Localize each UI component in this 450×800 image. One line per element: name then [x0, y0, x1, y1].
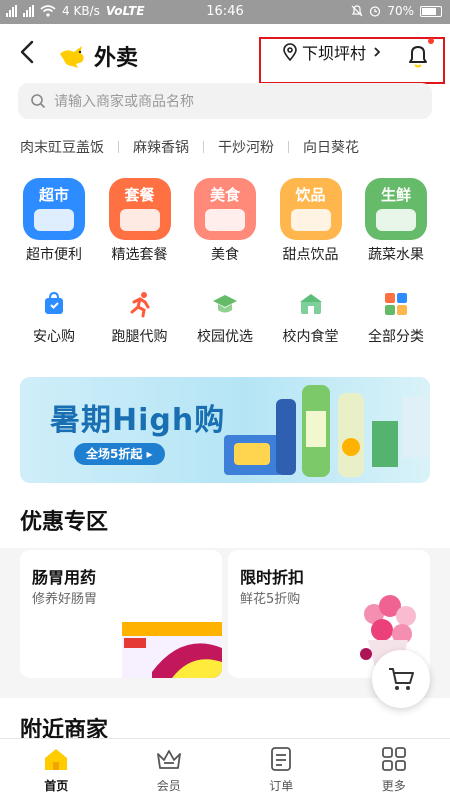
more-grid-icon [381, 747, 406, 771]
tab-more[interactable]: 更多 [349, 739, 439, 800]
category-tile-text: 超市 [38, 186, 69, 204]
promo-card-subtitle: 鲜花5折购 [240, 592, 301, 607]
subcat-label: 安心购 [33, 329, 75, 345]
sub-category-row: 安心购 跑腿代购 校园优选 校内食堂 全部分类 [14, 290, 436, 346]
tab-orders[interactable]: 订单 [236, 739, 326, 800]
tab-label: 订单 [269, 779, 294, 793]
subcat-errand[interactable]: 跑腿代购 [100, 290, 180, 346]
battery-icon [420, 5, 442, 17]
category-tile-text: 套餐 [124, 186, 155, 204]
banner-title: 暑期High购 [50, 403, 226, 438]
kangaroo-logo-icon [60, 46, 84, 68]
hot-word[interactable]: 向日葵花 [303, 137, 359, 157]
bell-icon[interactable] [404, 42, 432, 70]
category-label: 精选套餐 [111, 247, 168, 263]
subcat-label: 校内食堂 [282, 329, 339, 345]
notification-dot [428, 38, 434, 44]
banner-pill: 全场5折起 ▸ [74, 443, 165, 465]
promo-card-medicine[interactable]: 肠胃用药 修养好肠胃 [20, 550, 222, 678]
category-supermarket[interactable]: 超市 超市便利 [14, 178, 94, 264]
category-tile-text: 美食 [209, 186, 240, 204]
promo-card-subtitle: 修养好肠胃 [32, 592, 98, 607]
category-label: 超市便利 [26, 247, 82, 263]
hot-words: 肉末豇豆盖饭 麻辣香锅 干炒河粉 向日葵花 [20, 137, 359, 157]
promo-card-title: 限时折扣 [240, 568, 305, 587]
back-arrow-icon[interactable] [14, 38, 40, 66]
home-icon [45, 749, 68, 770]
subcat-label: 跑腿代购 [111, 329, 168, 345]
graduation-cap-icon [213, 295, 237, 313]
promo-banner[interactable]: 暑期High购 全场5折起 ▸ [20, 377, 430, 483]
search-placeholder: 请输入商家或商品名称 [54, 94, 194, 110]
promo-section-title: 优惠专区 [20, 510, 109, 535]
tab-label: 首页 [44, 779, 69, 793]
category-set-meal[interactable]: 套餐 精选套餐 [100, 178, 180, 264]
category-label: 蔬菜水果 [368, 247, 424, 263]
hot-word[interactable]: 麻辣香锅 [133, 137, 189, 157]
search-icon [31, 94, 46, 109]
location-selector[interactable]: 下坝坪村 [282, 40, 384, 64]
drinks-icon: 饮品 [279, 178, 342, 240]
divider [118, 141, 119, 153]
category-fresh[interactable]: 生鲜 蔬菜水果 [356, 178, 436, 264]
divider [288, 141, 289, 153]
category-tile-text: 饮品 [295, 186, 326, 204]
lemon-glyph [376, 209, 416, 231]
hot-word[interactable]: 肉末豇豆盖饭 [20, 137, 104, 157]
basket-glyph [34, 209, 74, 231]
medicine-box-image [122, 622, 222, 678]
category-label: 甜点饮品 [282, 247, 339, 263]
location-text: 下坝坪村 [302, 44, 367, 63]
runner-icon [130, 292, 149, 318]
location-pin-icon [283, 43, 297, 61]
category-drinks[interactable]: 饮品 甜点饮品 [271, 178, 351, 264]
order-icon [271, 747, 292, 771]
status-bar: 4 KB/s VoLTE 16:46 70% [0, 0, 450, 24]
mute-bell-icon [351, 5, 363, 17]
brand-logo: 外卖 [58, 40, 138, 72]
grid-icon [385, 293, 407, 315]
status-right: 70% [351, 4, 442, 18]
tab-member[interactable]: 会员 [124, 739, 214, 800]
subcat-label: 校园优选 [197, 329, 253, 345]
cup-glyph [119, 209, 160, 231]
tab-label: 会员 [156, 779, 181, 793]
subcat-safe-buy[interactable]: 安心购 [14, 290, 94, 346]
page-title: 外卖 [94, 46, 139, 71]
cart-button[interactable] [372, 650, 430, 708]
header: 外卖 下坝坪村 [0, 24, 450, 84]
hot-word[interactable]: 干炒河粉 [218, 137, 274, 157]
subcat-canteen[interactable]: 校内食堂 [271, 290, 351, 346]
canteen-icon [299, 294, 322, 314]
set-meal-icon: 套餐 [108, 178, 171, 240]
shield-bag-icon [45, 291, 63, 314]
supermarket-icon: 超市 [23, 178, 85, 240]
banner-product-image [224, 385, 428, 477]
chevron-right-icon [374, 47, 381, 57]
subcat-label: 全部分类 [368, 329, 424, 345]
drink-glyph [290, 209, 331, 231]
promo-card-title: 肠胃用药 [32, 568, 97, 587]
crown-icon [156, 750, 181, 769]
divider [203, 141, 204, 153]
tab-home[interactable]: 首页 [11, 739, 101, 800]
category-food[interactable]: 美食 美食 [185, 178, 265, 264]
tab-bar: 首页 会员 订单 更多 [0, 738, 450, 800]
subcat-campus-select[interactable]: 校园优选 [185, 290, 265, 346]
subcat-all[interactable]: 全部分类 [356, 290, 436, 346]
category-grid: 超市 超市便利 套餐 精选套餐 美食 美食 饮品 甜点饮品 生鲜 蔬菜水果 [14, 178, 436, 264]
fresh-produce-icon: 生鲜 [365, 178, 427, 240]
category-label: 美食 [211, 247, 239, 263]
alarm-icon [370, 6, 381, 17]
cart-icon [389, 668, 414, 690]
cutlery-glyph [205, 209, 245, 231]
search-input[interactable]: 请输入商家或商品名称 [18, 83, 432, 119]
food-icon: 美食 [194, 178, 256, 240]
battery-percent: 70% [387, 4, 414, 18]
category-tile-text: 生鲜 [380, 186, 411, 204]
tab-label: 更多 [381, 779, 406, 793]
